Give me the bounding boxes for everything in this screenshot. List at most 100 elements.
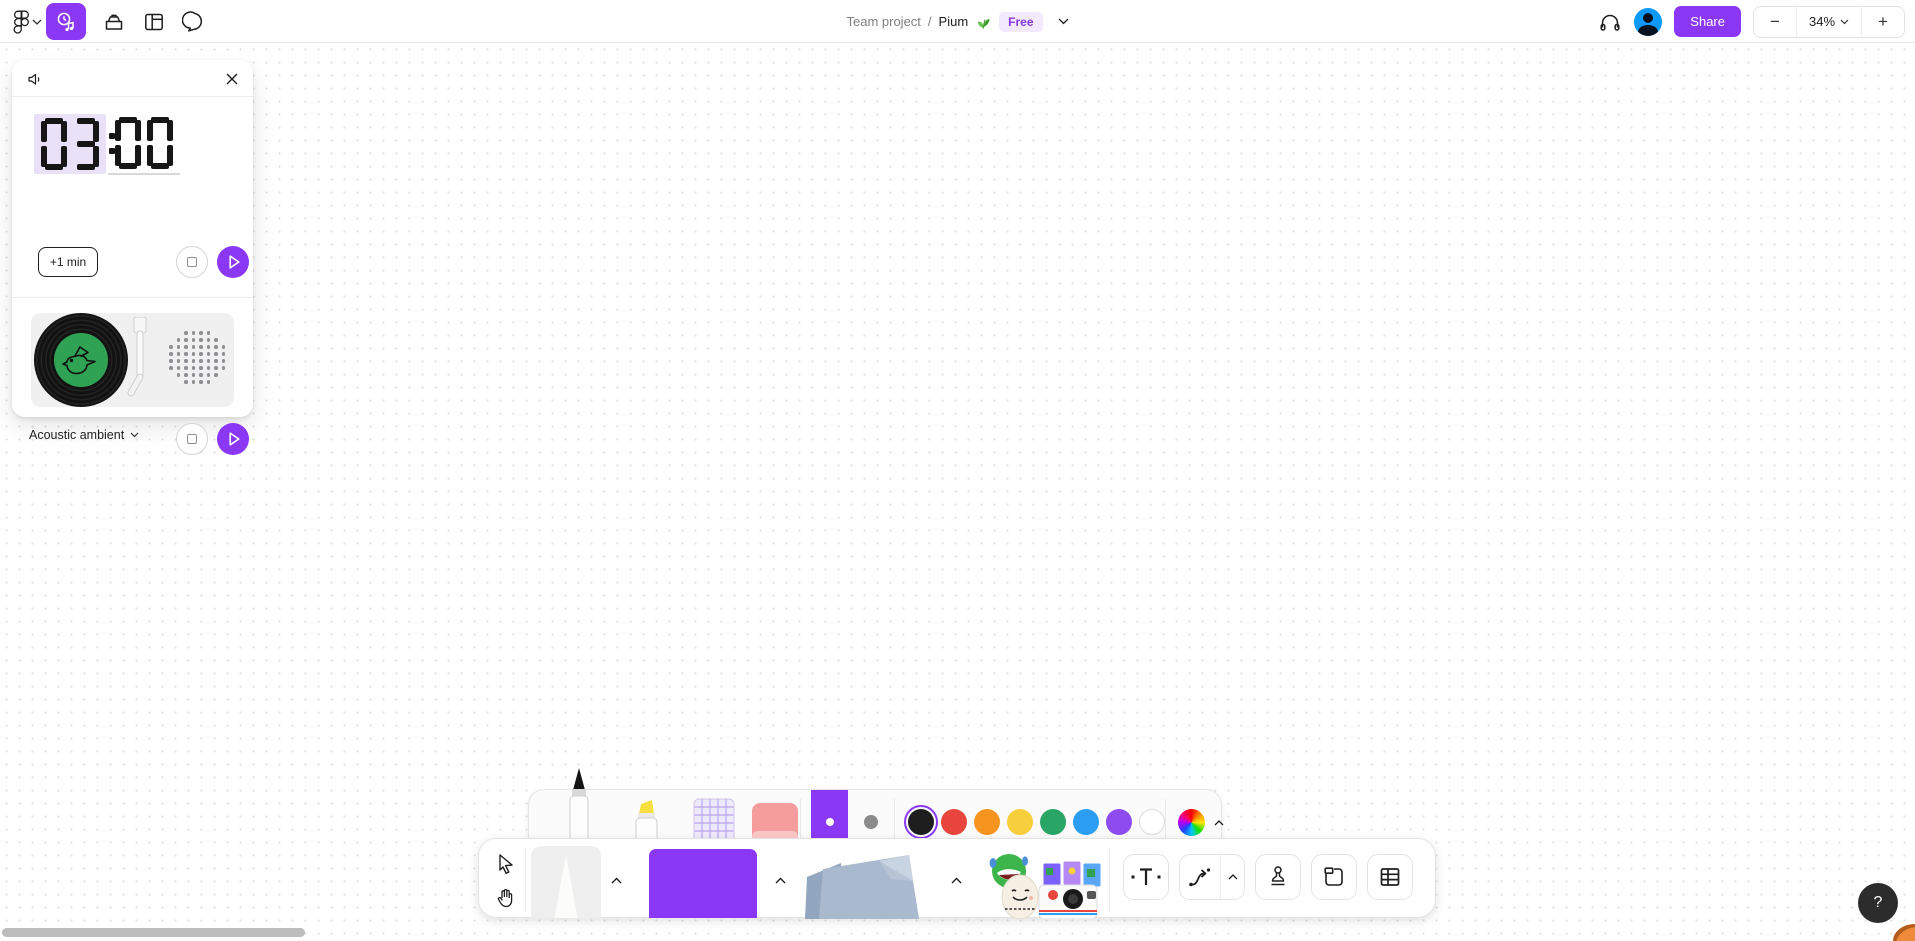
breadcrumb-project[interactable]: Team project [846, 14, 920, 29]
hand-tool[interactable] [493, 885, 519, 911]
help-label: ? [1874, 894, 1883, 912]
connector-tool[interactable] [1180, 855, 1221, 899]
close-icon[interactable] [221, 68, 243, 90]
main-toolbar [478, 838, 1436, 918]
music-stop-button[interactable] [176, 423, 208, 455]
color-swatch-purple[interactable] [1106, 809, 1132, 835]
zoom-level-menu[interactable]: 34% [1796, 7, 1862, 37]
paper-stack-icon [801, 847, 929, 919]
timer-music-button[interactable] [46, 3, 86, 40]
stop-icon [187, 434, 197, 444]
play-icon [229, 255, 240, 269]
timer-play-button[interactable] [217, 246, 249, 278]
marker-tool-tile[interactable] [531, 846, 601, 918]
color-swatch-blue[interactable] [1073, 809, 1099, 835]
top-left-toolbar [8, 0, 214, 43]
marker-chevron-up-icon[interactable] [605, 869, 627, 891]
marker-tip-icon [545, 855, 587, 918]
add-minute-button[interactable]: +1 min [38, 247, 98, 277]
chat-bubble-icon [182, 10, 206, 34]
file-chevron-down-icon[interactable] [1058, 18, 1069, 25]
track-name: Acoustic ambient [29, 428, 124, 442]
color-swatch-red[interactable] [941, 809, 967, 835]
toolbox-button[interactable] [94, 3, 134, 40]
track-select[interactable]: Acoustic ambient [29, 428, 139, 442]
section-chevron-up-icon[interactable] [945, 869, 967, 891]
stickers-tile[interactable] [987, 849, 1103, 919]
zoom-out-button[interactable]: − [1754, 7, 1796, 37]
stroke-dot-icon [826, 818, 834, 826]
table-icon [1378, 865, 1402, 889]
record-player [31, 313, 234, 407]
section-tile[interactable] [801, 847, 929, 919]
connector-icon [1188, 867, 1212, 887]
music-play-button[interactable] [217, 423, 249, 455]
toolbar-divider [1109, 847, 1110, 911]
volume-icon[interactable] [24, 68, 46, 90]
horizontal-scrollbar[interactable] [2, 928, 305, 937]
chat-button[interactable] [174, 3, 214, 40]
figjam-app: Team project / Pium Free [0, 0, 1915, 941]
top-right-toolbar: Share − 34% + [1598, 0, 1905, 43]
text-tool[interactable] [1123, 854, 1169, 900]
figma-logo-icon [13, 10, 30, 34]
color-chevron-up-icon[interactable] [1208, 812, 1230, 834]
stamp-tool[interactable] [1255, 854, 1301, 900]
timer-panel-header [12, 60, 253, 97]
toolbox-icon [102, 10, 126, 34]
main-menu-button[interactable] [8, 3, 46, 40]
user-avatar[interactable] [1634, 8, 1662, 36]
plan-badge[interactable]: Free [999, 12, 1042, 32]
timer-seconds[interactable] [108, 113, 180, 175]
avatar-body [1638, 25, 1658, 36]
stickers-icon [987, 849, 1103, 919]
stop-icon [187, 257, 197, 267]
connector-tool-group [1179, 854, 1245, 900]
timer-display[interactable] [34, 113, 180, 175]
color-swatch-white[interactable] [1139, 809, 1165, 835]
chevron-down-icon [32, 19, 42, 25]
color-swatch-orange[interactable] [974, 809, 1000, 835]
seven-segment-digit [41, 118, 67, 170]
share-button[interactable]: Share [1674, 6, 1741, 37]
vinyl-label [54, 333, 108, 387]
custom-color-button[interactable] [1178, 809, 1205, 836]
top-bar: Team project / Pium Free [0, 0, 1915, 43]
bird-icon [61, 343, 101, 377]
avatar-head [1643, 13, 1653, 23]
panel-divider [12, 297, 253, 298]
breadcrumb-file-name[interactable]: Pium [939, 14, 969, 29]
seven-segment-digit [115, 117, 141, 169]
headphones-icon[interactable] [1598, 10, 1622, 34]
music-controls-row: Acoustic ambient [12, 420, 253, 460]
timer-music-panel: +1 min [12, 60, 253, 417]
seven-segment-digit [147, 117, 173, 169]
help-button[interactable]: ? [1858, 883, 1898, 923]
toolbar-divider [525, 847, 526, 911]
speaker-grille [167, 331, 227, 387]
stamp-icon [1267, 865, 1289, 889]
select-tool[interactable] [493, 851, 519, 877]
zoom-in-button[interactable]: + [1862, 7, 1904, 37]
text-tool-icon [1131, 866, 1161, 888]
zoom-chevron-down-icon [1840, 19, 1849, 25]
breadcrumb-separator: / [928, 14, 932, 29]
timer-minutes[interactable] [34, 114, 106, 174]
connector-chevron-up-icon[interactable] [1221, 855, 1244, 899]
color-swatch-black[interactable] [908, 809, 934, 835]
templates-button[interactable] [134, 3, 174, 40]
color-swatch-green[interactable] [1040, 809, 1066, 835]
sticky-note-tile[interactable] [649, 849, 757, 918]
vinyl-record[interactable] [34, 313, 128, 407]
zoom-controls: − 34% + [1753, 6, 1905, 38]
color-swatch-yellow[interactable] [1007, 809, 1033, 835]
timer-stop-button[interactable] [176, 246, 208, 278]
layout-template-icon [142, 10, 166, 34]
stroke-size-thick[interactable] [864, 815, 878, 829]
frame-tool[interactable] [1311, 854, 1357, 900]
sticky-chevron-up-icon[interactable] [769, 869, 791, 891]
sprout-icon [975, 14, 992, 30]
zoom-level-value: 34% [1809, 14, 1835, 29]
table-tool[interactable] [1367, 854, 1413, 900]
track-chevron-down-icon [130, 432, 139, 438]
